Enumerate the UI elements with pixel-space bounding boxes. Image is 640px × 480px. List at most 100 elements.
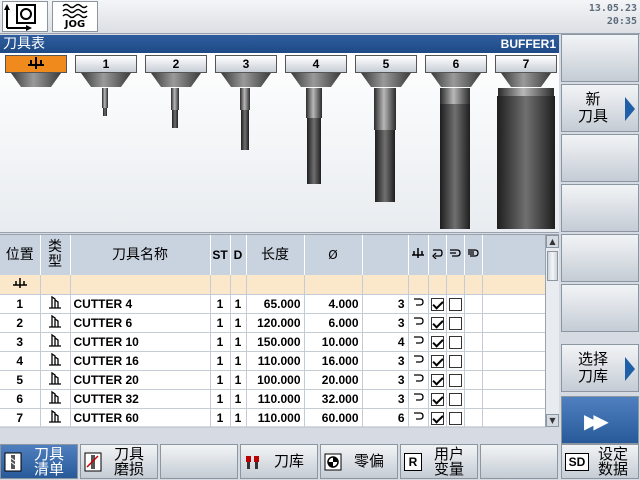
row-tool-name: CUTTER 6: [70, 313, 211, 333]
coolant-1-checkbox[interactable]: [428, 313, 447, 333]
row-teeth: 3: [362, 389, 409, 409]
row-position: 7: [0, 408, 41, 428]
user-variable-label-2: 变量: [433, 459, 464, 478]
row-position: 2: [0, 313, 41, 333]
col-diameter[interactable]: Ø: [304, 235, 363, 275]
work-offset-button[interactable]: 零偏: [320, 444, 398, 479]
vertical-softkey-6[interactable]: [561, 284, 639, 332]
endmill-type-icon: [40, 294, 71, 314]
row-d: 1: [230, 294, 247, 314]
coolant-1-checkbox[interactable]: [428, 389, 447, 409]
setting-data-button[interactable]: SD 设定 数据: [561, 444, 639, 479]
rotation-icon: [408, 294, 429, 314]
coolant-2-checkbox[interactable]: [446, 370, 465, 390]
tool-wear-icon: [84, 452, 102, 472]
scroll-down-icon[interactable]: ▼: [546, 414, 559, 427]
window-title-bar: 刀具表 BUFFER1: [0, 35, 559, 53]
row-length: 120.000: [246, 313, 305, 333]
horizontal-softkey-7[interactable]: [480, 444, 558, 479]
rotation-icon: [408, 370, 429, 390]
setting-data-icon: SD: [565, 453, 589, 471]
row-teeth: 3: [362, 351, 409, 371]
col-rotation-icon: [428, 235, 447, 275]
table-row[interactable]: 3 CUTTER 10 1 1 150.000 10.000 4: [0, 332, 546, 352]
coolant-2-checkbox[interactable]: [446, 389, 465, 409]
row-diameter: 6.000: [304, 313, 363, 333]
cutter-illustrations: [102, 88, 555, 229]
arrow-right-icon: [625, 97, 635, 121]
row-teeth: 6: [362, 408, 409, 428]
col-spindle-icon: [408, 235, 429, 275]
row-d: 1: [230, 313, 247, 333]
table-row[interactable]: 1 CUTTER 4 1 1 65.000 4.000 3: [0, 294, 546, 314]
coolant-2-icon: [468, 249, 479, 257]
select-magazine-label-1: 选择: [577, 350, 608, 368]
tool-list-label-2: 清单: [33, 459, 64, 478]
coolant-1-checkbox[interactable]: [428, 332, 447, 352]
coolant-1-checkbox[interactable]: [428, 370, 447, 390]
table-row[interactable]: 5 CUTTER 20 1 1 100.000 20.000 3: [0, 370, 546, 390]
coolant-2-checkbox[interactable]: [446, 351, 465, 371]
table-scrollbar[interactable]: ▲ ▼: [545, 235, 559, 427]
col-position[interactable]: 位置: [0, 235, 41, 275]
double-arrow-right-icon: ▶▶: [584, 409, 609, 433]
more-softkeys-button[interactable]: ▶▶: [561, 396, 639, 444]
coolant-2-checkbox[interactable]: [446, 408, 465, 428]
table-row[interactable]: 4 CUTTER 16 1 1 110.000 16.000 3: [0, 351, 546, 371]
row-d: 1: [230, 332, 247, 352]
col-empty: [362, 235, 409, 275]
row-diameter: 60.000: [304, 408, 363, 428]
row-diameter: 32.000: [304, 389, 363, 409]
row-tool-name: CUTTER 4: [70, 294, 211, 314]
magazine-button[interactable]: 刀库: [240, 444, 318, 479]
table-row[interactable]: 7 CUTTER 60 1 1 110.000 60.000 6: [0, 408, 546, 428]
user-variable-button[interactable]: R 用户 变量: [400, 444, 478, 479]
vertical-softkey-3[interactable]: [561, 134, 639, 182]
vertical-softkey-4[interactable]: [561, 184, 639, 232]
coolant-2-checkbox[interactable]: [446, 332, 465, 352]
row-tool-name: CUTTER 20: [70, 370, 211, 390]
tool-table: 位置 类型 刀具名称 ST D 长度 Ø 1 CUTTER 4 1 1 65.0…: [0, 235, 546, 428]
coolant-1-checkbox[interactable]: [428, 351, 447, 371]
col-coolant1-icon: [446, 235, 465, 275]
coolant-2-checkbox[interactable]: [446, 294, 465, 314]
endmill-type-icon: [40, 370, 71, 390]
rotation-cw-icon: [432, 249, 443, 260]
row-length: 110.000: [246, 389, 305, 409]
row-d: 1: [230, 408, 247, 428]
row-tool-name: CUTTER 10: [70, 332, 211, 352]
col-st[interactable]: ST: [210, 235, 231, 275]
row-length: 110.000: [246, 351, 305, 371]
row-tool-name: CUTTER 16: [70, 351, 211, 371]
vertical-softkey-1[interactable]: [561, 34, 639, 82]
rotation-icon: [408, 313, 429, 333]
tool-list-button[interactable]: 刀具 清单: [0, 444, 78, 479]
cutter-3-image: [240, 88, 250, 150]
spindle-position-icon: [0, 275, 41, 295]
rotation-icon: [408, 351, 429, 371]
coolant-1-checkbox[interactable]: [428, 294, 447, 314]
coolant-1-checkbox[interactable]: [428, 408, 447, 428]
spindle-row[interactable]: [0, 275, 546, 295]
scroll-thumb[interactable]: [547, 251, 558, 281]
tool-wear-button[interactable]: 刀具 磨损: [80, 444, 158, 479]
select-magazine-button[interactable]: 选择 刀库: [561, 344, 639, 392]
col-d[interactable]: D: [230, 235, 247, 275]
cutter-2-image: [171, 88, 179, 128]
col-tool-name[interactable]: 刀具名称: [70, 235, 211, 275]
horizontal-softkey-3[interactable]: [160, 444, 238, 479]
table-header-row: 位置 类型 刀具名称 ST D 长度 Ø: [0, 235, 546, 275]
col-length[interactable]: 长度: [246, 235, 305, 275]
spindle-icon: [412, 248, 424, 258]
table-row[interactable]: 6 CUTTER 32 1 1 110.000 32.000 3: [0, 389, 546, 409]
coolant-2-checkbox[interactable]: [446, 313, 465, 333]
new-tool-button[interactable]: 新 刀具: [561, 84, 639, 132]
scroll-up-icon[interactable]: ▲: [546, 235, 559, 248]
col-type[interactable]: 类型: [40, 235, 71, 275]
row-diameter: 16.000: [304, 351, 363, 371]
vertical-softkey-5[interactable]: [561, 234, 639, 282]
rotation-icon: [408, 408, 429, 428]
cutter-6-image: [440, 88, 470, 229]
table-row[interactable]: 2 CUTTER 6 1 1 120.000 6.000 3: [0, 313, 546, 333]
row-d: 1: [230, 351, 247, 371]
